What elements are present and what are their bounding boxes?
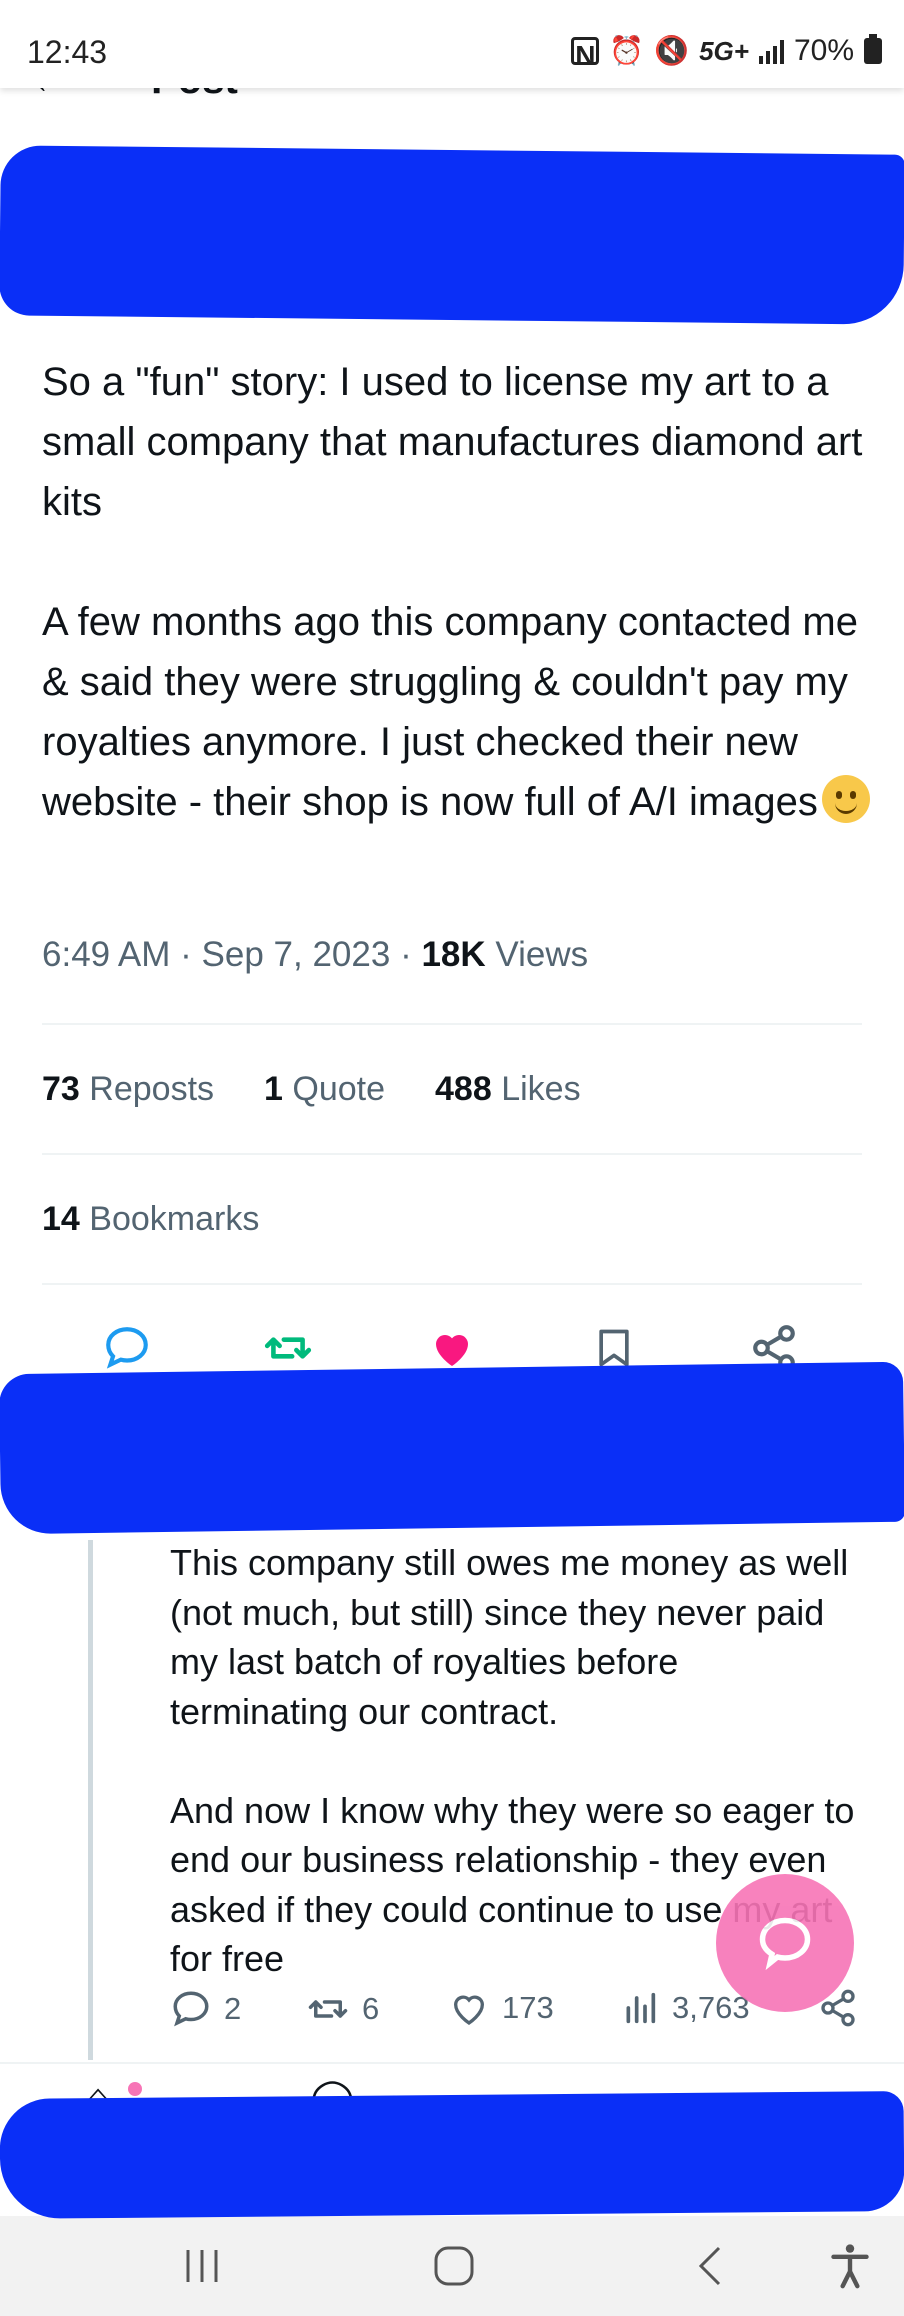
- battery-percent: 70%: [793, 34, 854, 67]
- reply-reply-button[interactable]: 2: [170, 1988, 241, 2030]
- nfc-icon: N: [571, 37, 600, 71]
- reposts-label: Reposts: [89, 1070, 215, 1108]
- views-count: 3,763: [672, 1990, 750, 2025]
- quotes-count: 1: [264, 1070, 283, 1108]
- tweet-date: Sep 7, 2023: [201, 935, 391, 974]
- bookmarks-stat[interactable]: 14 Bookmarks: [42, 1200, 259, 1239]
- tweet-body: So a "fun" story: I used to license my a…: [42, 360, 863, 824]
- bookmarks-count: 14: [42, 1200, 80, 1238]
- quotes-stat[interactable]: 1 Quote: [264, 1070, 385, 1109]
- redaction-tab-bar: [0, 2091, 904, 2219]
- likes-stat[interactable]: 488 Likes: [435, 1070, 581, 1109]
- home-button-icon[interactable]: [432, 2236, 476, 2296]
- signal-icon: [758, 38, 784, 64]
- tweet-time: 6:49 AM: [42, 935, 171, 974]
- alarm-icon: ⏰: [609, 35, 645, 66]
- heart-icon: [453, 1995, 485, 2025]
- thread-line: [88, 1540, 93, 2060]
- divider: [42, 1153, 862, 1155]
- speech-bubble-icon: [759, 1917, 811, 1971]
- mute-icon: 🔇: [654, 35, 690, 66]
- status-icons: N ⏰ 🔇 5G+ 70%: [571, 34, 882, 71]
- likes-count: 488: [435, 1070, 492, 1108]
- redaction-reply-author: [0, 1361, 904, 1535]
- notification-dot: [128, 2082, 142, 2096]
- compose-reply-button[interactable]: [716, 1874, 854, 2012]
- repost-icon: [308, 2000, 348, 2018]
- accessibility-icon[interactable]: [828, 2236, 872, 2296]
- likes-label: Likes: [501, 1070, 581, 1108]
- tweet-meta: 6:49 AM · Sep 7, 2023 · 18K Views: [42, 935, 588, 975]
- reply-repost-button[interactable]: 6: [306, 1988, 379, 2030]
- meta-separator: ·: [180, 935, 192, 974]
- reply-views-button[interactable]: 3,763: [620, 1988, 750, 2028]
- views-count: 18K: [421, 935, 486, 974]
- battery-icon: [864, 34, 882, 64]
- recent-apps-icon[interactable]: [180, 2236, 224, 2296]
- back-icon[interactable]: [690, 2236, 730, 2296]
- like-count: 173: [502, 1990, 554, 2025]
- divider: [42, 1023, 862, 1025]
- redaction-author: [0, 145, 904, 325]
- bookmarks-label: Bookmarks: [89, 1200, 260, 1238]
- network-type: 5G+: [699, 35, 749, 66]
- reply-icon: [173, 1991, 209, 2027]
- reply-icon[interactable]: [97, 1318, 157, 1378]
- views-label: Views: [495, 935, 589, 974]
- quotes-label: Quote: [292, 1070, 386, 1108]
- divider: [42, 1283, 862, 1285]
- reposts-stat[interactable]: 73 Reposts: [42, 1070, 214, 1109]
- reposts-count: 73: [42, 1070, 80, 1108]
- meta-separator: ·: [400, 935, 412, 974]
- views-chart-icon: [626, 1992, 656, 2024]
- tweet-text: So a "fun" story: I used to license my a…: [42, 352, 872, 832]
- status-bar: 12:43 N ⏰ 🔇 5G+ 70%: [0, 0, 904, 88]
- melting-face-emoji: [821, 775, 870, 823]
- system-nav-bar: [0, 2216, 904, 2316]
- reply-like-button[interactable]: 173: [448, 1988, 554, 2028]
- status-time: 12:43: [27, 34, 108, 70]
- repost-count: 6: [362, 1991, 380, 2026]
- engagement-stats: 73 Reposts 1 Quote 488 Likes: [42, 1070, 581, 1109]
- reply-count: 2: [224, 1991, 242, 2026]
